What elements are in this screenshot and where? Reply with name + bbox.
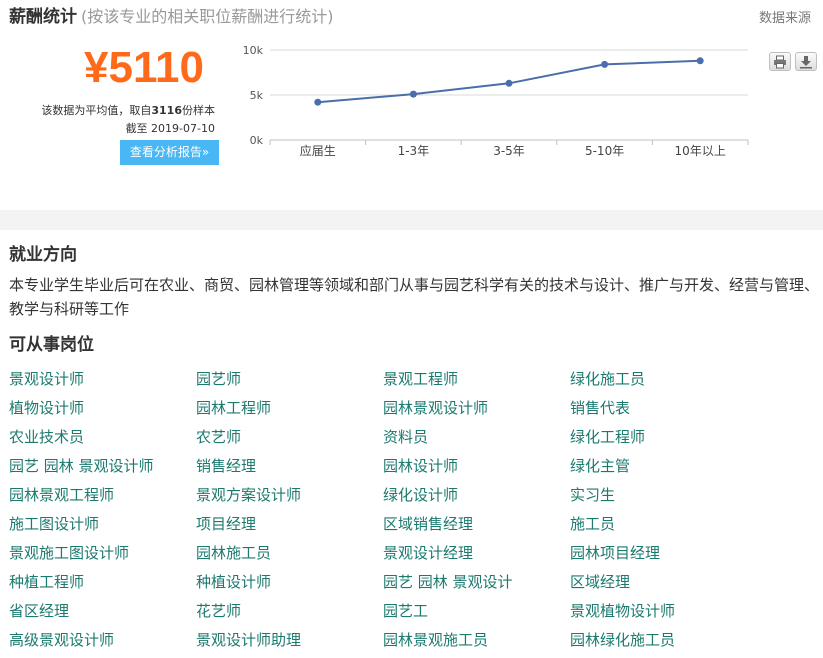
job-link[interactable]: 园林景观施工员 (383, 626, 570, 655)
average-salary-value: ¥5110 (84, 43, 204, 92)
job-link[interactable]: 农业技术员 (9, 423, 196, 452)
job-link[interactable]: 资料员 (383, 423, 570, 452)
job-link[interactable]: 销售代表 (570, 394, 757, 423)
data-point (409, 90, 417, 98)
job-link[interactable]: 农艺师 (196, 423, 383, 452)
employment-title: 就业方向 (9, 245, 77, 265)
salary-title: 薪酬统计 (9, 7, 77, 27)
x-tick-label: 1-3年 (398, 144, 430, 158)
data-source-link[interactable]: 数据来源 (759, 7, 811, 26)
x-tick-label: 3-5年 (493, 144, 525, 158)
salary-header: 薪酬统计 (按该专业的相关职位薪酬进行统计) (9, 6, 334, 28)
data-point (314, 98, 322, 106)
date-note: 截至 2019-07-10 (125, 122, 215, 135)
job-link[interactable]: 绿化设计师 (383, 481, 570, 510)
job-link[interactable]: 景观设计师助理 (196, 626, 383, 655)
jobs-title: 可从事岗位 (9, 335, 94, 355)
job-link[interactable]: 省区经理 (9, 597, 196, 626)
job-link[interactable]: 种植设计师 (196, 568, 383, 597)
salary-line-chart: 0k 5k 10k 应届生 1-3年 3-5年 5-10年 10年以上 (243, 44, 749, 158)
job-link[interactable]: 种植工程师 (9, 568, 196, 597)
data-point (696, 57, 704, 65)
job-link[interactable]: 景观施工图设计师 (9, 539, 196, 568)
salary-chart: 0k 5k 10k 应届生 1-3年 3-5年 5-10年 10年以上 (230, 38, 760, 170)
job-link[interactable]: 园林景观设计师 (383, 394, 570, 423)
job-link[interactable]: 植物设计师 (9, 394, 196, 423)
x-tick-label: 5-10年 (585, 144, 624, 158)
job-link[interactable]: 园林工程师 (196, 394, 383, 423)
sample-note: 该数据为平均值，取自3116份样本 (41, 104, 215, 118)
y-tick-label: 10k (243, 44, 264, 57)
job-link[interactable]: 绿化工程师 (570, 423, 757, 452)
job-link[interactable]: 园艺 园林 景观设计师 (9, 452, 196, 481)
print-icon (774, 55, 786, 69)
x-tick-label: 10年以上 (675, 144, 726, 158)
job-link[interactable]: 实习生 (570, 481, 757, 510)
data-point (505, 79, 513, 87)
sample-note-suffix: 份样本 (182, 104, 215, 117)
data-point (601, 60, 609, 68)
job-link[interactable]: 园林项目经理 (570, 539, 757, 568)
job-link[interactable]: 景观工程师 (383, 365, 570, 394)
job-link[interactable]: 景观设计师 (9, 365, 196, 394)
job-link[interactable]: 区域经理 (570, 568, 757, 597)
sample-note-prefix: 该数据为平均值，取自 (41, 104, 152, 117)
x-tick-label: 应届生 (300, 143, 336, 158)
job-link[interactable]: 施工员 (570, 510, 757, 539)
job-link[interactable]: 景观设计经理 (383, 539, 570, 568)
job-link[interactable]: 景观方案设计师 (196, 481, 383, 510)
job-link[interactable]: 绿化施工员 (570, 365, 757, 394)
job-link[interactable]: 园艺 园林 景观设计 (383, 568, 570, 597)
job-link[interactable]: 园林绿化施工员 (570, 626, 757, 655)
job-link[interactable]: 园林景观工程师 (9, 481, 196, 510)
download-icon (800, 56, 812, 69)
job-link[interactable]: 施工图设计师 (9, 510, 196, 539)
job-link[interactable]: 绿化主管 (570, 452, 757, 481)
job-link[interactable]: 景观植物设计师 (570, 597, 757, 626)
jobs-list: 景观设计师 园艺师 景观工程师 绿化施工员植物设计师 园林工程师 园林景观设计师 销售代表农… (9, 365, 769, 655)
job-link[interactable]: 销售经理 (196, 452, 383, 481)
y-tick-label: 5k (250, 89, 264, 102)
sample-count: 3116 (151, 104, 182, 117)
salary-section: 薪酬统计 (按该专业的相关职位薪酬进行统计) 数据来源 ¥5110 该数据为平均值… (0, 0, 823, 210)
employment-description: 本专业学生毕业后可在农业、商贸、园林管理等领域和部门从事与园艺科学有关的技术与设… (9, 276, 820, 318)
y-tick-label: 0k (250, 134, 264, 147)
section-divider (0, 210, 823, 230)
view-report-button[interactable]: 查看分析报告» (120, 140, 219, 165)
job-link[interactable]: 园林施工员 (196, 539, 383, 568)
job-link[interactable]: 区域销售经理 (383, 510, 570, 539)
download-button[interactable] (795, 52, 817, 71)
job-link[interactable]: 花艺师 (196, 597, 383, 626)
job-link[interactable]: 园林设计师 (383, 452, 570, 481)
job-link[interactable]: 项目经理 (196, 510, 383, 539)
print-button[interactable] (769, 52, 791, 71)
job-link[interactable]: 园艺工 (383, 597, 570, 626)
salary-subtitle: (按该专业的相关职位薪酬进行统计) (81, 7, 334, 26)
job-link[interactable]: 园艺师 (196, 365, 383, 394)
job-link[interactable]: 高级景观设计师 (9, 626, 196, 655)
